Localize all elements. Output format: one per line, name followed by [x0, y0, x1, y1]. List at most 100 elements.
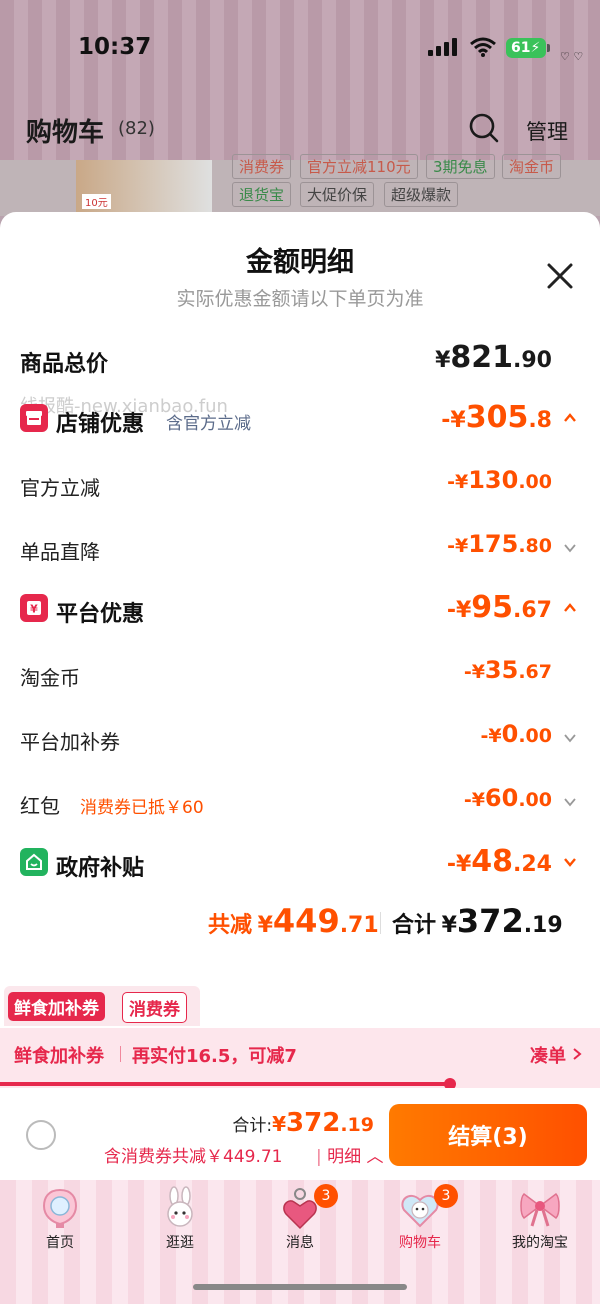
row-amount: ¥821.90 — [435, 340, 552, 375]
total-amount: 合计 ¥372.19 — [392, 902, 563, 940]
chevron-down-icon[interactable] — [562, 794, 578, 810]
coupon-tag-consumer[interactable]: 消费券 — [122, 992, 187, 1023]
row-amount: -¥130.00 — [447, 466, 552, 494]
promo-text: 再实付16.5，可减7 — [132, 1046, 297, 1067]
tab-home[interactable]: 首页 — [0, 1180, 120, 1280]
sheet-title: 金额明细 — [246, 247, 354, 278]
wifi-icon — [470, 37, 496, 57]
add-items-link[interactable]: 凑单 — [530, 1042, 566, 1068]
chevron-down-icon[interactable] — [562, 730, 578, 746]
product-tag: 超级爆款 — [384, 182, 459, 207]
battery-level: 61 — [511, 40, 531, 56]
signal-icon — [428, 38, 457, 56]
row-label: 单品直降 — [20, 540, 100, 564]
row-label: 政府补贴 — [56, 856, 145, 881]
row-single-cut[interactable]: 单品直降 -¥175.80 — [0, 528, 600, 568]
checkout-discount-summary: 含消费券共减￥449.71 — [104, 1147, 283, 1167]
tab-cart[interactable]: 3 购物车 — [360, 1180, 480, 1280]
svg-text:¥: ¥ — [30, 603, 38, 616]
select-all-checkbox[interactable] — [26, 1120, 56, 1150]
home-indicator — [193, 1284, 407, 1290]
row-amount: -¥35.67 — [463, 656, 552, 684]
thumb-price: 10元 — [82, 194, 111, 209]
status-time: 10:37 — [78, 34, 152, 60]
product-tag: 官方立减110元 — [300, 154, 418, 179]
mirror-icon — [42, 1188, 78, 1228]
row-label: 淘金币 — [20, 666, 80, 690]
cart-header: 购物车 (82) 管理 — [0, 100, 600, 160]
product-tag: 淘金币 — [502, 154, 562, 179]
tab-label: 首页 — [46, 1235, 74, 1251]
hearts-icon: ♡ ♡ — [560, 50, 584, 63]
checkout-button[interactable]: 结算(3) — [389, 1104, 587, 1166]
cart-count: (82) — [118, 118, 155, 139]
row-label: 平台加补券 — [20, 730, 120, 754]
chevron-up-icon[interactable] — [562, 600, 578, 616]
search-icon[interactable] — [468, 112, 500, 144]
row-label: 平台优惠 — [56, 602, 145, 627]
chevron-down-icon[interactable] — [562, 854, 578, 870]
checkout-total: 合计:¥372.19 — [232, 1108, 374, 1138]
row-note: 消费券已抵￥60 — [80, 798, 204, 818]
unread-badge: 3 — [314, 1184, 338, 1208]
row-note: 含官方立减 — [166, 414, 251, 434]
tab-label: 购物车 — [399, 1235, 441, 1251]
row-platform-coupon[interactable]: 平台加补券 -¥0.00 — [0, 718, 600, 758]
coupon-icon: ¥ — [20, 594, 48, 622]
tab-label: 消息 — [286, 1235, 314, 1251]
product-thumbnail: 10元 — [76, 160, 212, 212]
background-product-card: 10元 消费券 官方立减110元 3期免息 淘金币 退货宝 大促价保 超级爆款 — [0, 154, 600, 216]
chevron-up-icon[interactable] — [562, 410, 578, 426]
sheet-totals: 共减 ¥449.71 合计 ¥372.19 — [0, 902, 600, 952]
coupon-tags: 鲜食加补券 消费券 — [4, 986, 200, 1026]
detail-toggle[interactable]: | 明细 ︿ — [316, 1142, 384, 1167]
product-tag: 3期免息 — [426, 154, 495, 179]
row-gov-subsidy[interactable]: 政府补贴 -¥48.24 — [0, 842, 600, 882]
row-label: 店铺优惠 — [56, 412, 145, 437]
close-icon[interactable] — [544, 260, 576, 292]
tab-label: 逛逛 — [166, 1235, 194, 1251]
product-tag: 大促价保 — [300, 182, 375, 207]
row-red-packet[interactable]: 红包 消费券已抵￥60 -¥60.00 — [0, 782, 600, 822]
checkout-bar: 合计:¥372.19 含消费券共减￥449.71 | 明细 ︿ 结算(3) — [0, 1088, 600, 1180]
amount-detail-sheet: 金额明细 实际优惠金额请以下单页为准 线报酷-new.xianbao.fun 商… — [0, 212, 600, 982]
promo-label: 鲜食加补券 — [14, 1046, 104, 1067]
chevron-right-icon[interactable] — [570, 1046, 584, 1062]
coupon-tags-area: 鲜食加补券 消费券 — [0, 982, 600, 1028]
sheet-subtitle: 实际优惠金额请以下单页为准 — [176, 288, 424, 310]
chevron-down-icon[interactable] — [562, 540, 578, 556]
tab-label: 我的淘宝 — [512, 1235, 568, 1251]
row-store-discount[interactable]: 店铺优惠 含官方立减 -¥305.8 — [0, 398, 600, 438]
row-taojinbi: 淘金币 -¥35.67 — [0, 654, 600, 694]
battery-icon: 61⚡ — [506, 38, 550, 58]
manage-button[interactable]: 管理 — [526, 116, 568, 146]
store-icon — [20, 404, 48, 432]
row-official-cut: 官方立减 -¥130.00 — [0, 464, 600, 504]
row-label: 商品总价 — [20, 352, 109, 377]
row-amount: -¥305.8 — [441, 400, 552, 435]
row-platform-discount[interactable]: ¥ 平台优惠 -¥95.67 — [0, 588, 600, 628]
product-tag: 退货宝 — [232, 182, 292, 207]
total-reduction: 共减 ¥449.71 — [208, 902, 379, 940]
divider — [120, 1046, 121, 1062]
tab-my-taobao[interactable]: 我的淘宝 — [480, 1180, 600, 1280]
row-amount: -¥95.67 — [446, 590, 552, 625]
gov-subsidy-icon — [20, 848, 48, 876]
row-label: 红包 — [20, 794, 60, 818]
coupon-tag-fresh[interactable]: 鲜食加补券 — [8, 992, 105, 1021]
bunny-icon — [167, 1186, 193, 1227]
row-amount: -¥175.80 — [447, 530, 552, 558]
row-amount: -¥48.24 — [446, 844, 552, 879]
tab-messages[interactable]: 3 消息 — [240, 1180, 360, 1280]
progress-fill — [0, 1082, 450, 1086]
page-title: 购物车 — [26, 118, 105, 148]
chevron-up-icon: ︿ — [366, 1147, 384, 1167]
status-bar: 10:37 61⚡ ♡ ♡ — [0, 0, 600, 95]
bow-icon — [520, 1193, 560, 1227]
promo-bar[interactable]: 鲜食加补券 再实付16.5，可减7 凑单 — [0, 1028, 600, 1080]
product-tag: 消费券 — [232, 154, 292, 179]
divider — [380, 912, 381, 934]
row-label: 官方立减 — [20, 476, 100, 500]
tab-explore[interactable]: 逛逛 — [120, 1180, 240, 1280]
row-amount: -¥60.00 — [463, 784, 552, 812]
